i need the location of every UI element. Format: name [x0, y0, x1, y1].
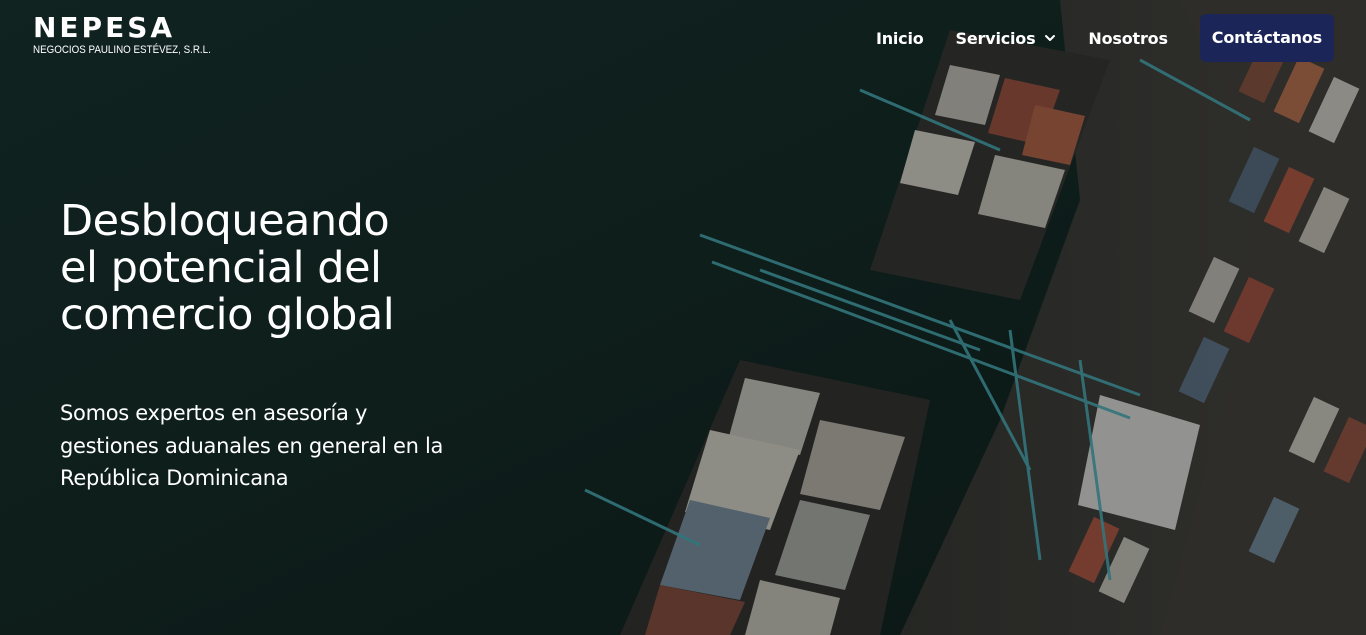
chevron-down-icon: [1045, 35, 1056, 41]
contact-button[interactable]: Contáctanos: [1199, 14, 1334, 62]
brand-tagline: NEGOCIOS PAULINO ESTÉVEZ, S.R.L.: [33, 44, 211, 56]
headline-line: comercio global: [60, 290, 395, 340]
main-nav: Inicio Servicios Nosotros Contáctanos: [876, 14, 1334, 62]
nav-item-label: Inicio: [875, 28, 924, 48]
hero-section: NEPESA NEGOCIOS PAULINO ESTÉVEZ, S.R.L. …: [0, 0, 1366, 635]
nav-item-label: Nosotros: [1088, 28, 1168, 48]
brand-name: NEPESA: [33, 11, 176, 44]
hero-subtext: Somos expertos en asesoría y gestiones a…: [60, 401, 444, 490]
nav-item-label: Servicios: [955, 28, 1036, 48]
headline-line: Desbloqueando: [60, 196, 390, 246]
nav-item-inicio[interactable]: Inicio: [876, 29, 924, 48]
headline-line: el potencial del: [60, 243, 382, 293]
hero-headline: Desbloqueando el potencial del comercio …: [60, 198, 480, 339]
nav-item-servicios[interactable]: Servicios: [956, 29, 1057, 48]
nav-item-nosotros[interactable]: Nosotros: [1088, 28, 1168, 48]
brand-logo[interactable]: NEPESA NEGOCIOS PAULINO ESTÉVEZ, S.R.L.: [33, 11, 240, 57]
